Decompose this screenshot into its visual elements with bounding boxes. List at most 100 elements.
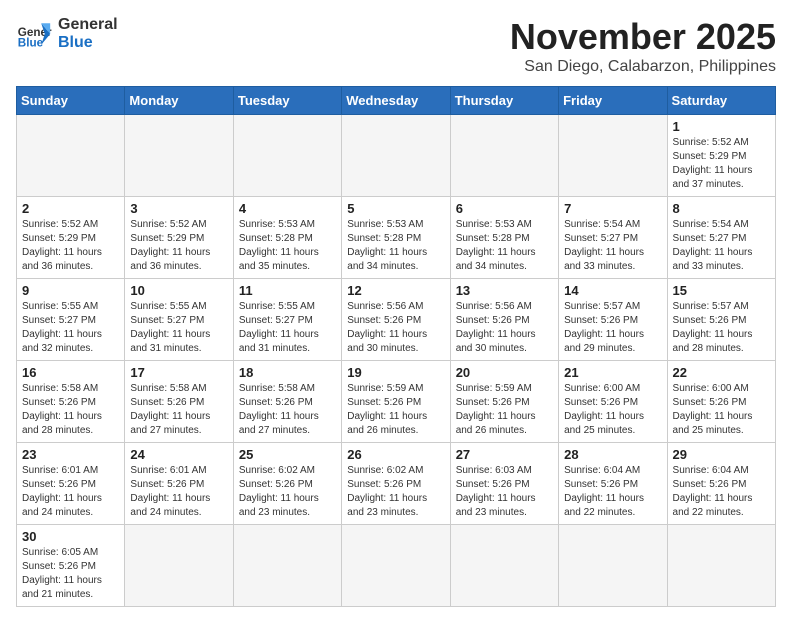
day-number: 27 (456, 447, 553, 462)
day-info: Sunrise: 5:54 AM Sunset: 5:27 PM Dayligh… (673, 218, 770, 274)
calendar-cell (342, 115, 450, 197)
header-day-saturday: Saturday (667, 87, 775, 115)
calendar-cell: 1 Sunrise: 5:52 AM Sunset: 5:29 PM Daylig… (667, 115, 775, 197)
calendar-cell: 28Sunrise: 6:04 AM Sunset: 5:26 PM Dayli… (559, 443, 667, 525)
calendar-cell: 17 Sunrise: 5:58 AM Sunset: 5:26 PM Dayli… (125, 361, 233, 443)
day-info: Sunrise: 6:02 AM Sunset: 5:26 PM Dayligh… (347, 464, 444, 520)
day-number: 19 (347, 365, 444, 380)
day-info: Sunrise: 6:00 AM Sunset: 5:26 PM Dayligh… (564, 382, 661, 438)
week-row-2: 9Sunrise: 5:55 AM Sunset: 5:27 PM Daylig… (17, 279, 776, 361)
day-number: 23 (22, 447, 119, 462)
day-info: Sunrise: 5:55 AM Sunset: 5:27 PM Dayligh… (22, 300, 119, 356)
day-number: 22 (673, 365, 770, 380)
day-number: 30 (22, 529, 119, 544)
day-number: 17 (130, 365, 227, 380)
calendar-cell: 8Sunrise: 5:54 AM Sunset: 5:27 PM Daylig… (667, 197, 775, 279)
title-section: November 2025 San Diego, Calabarzon, Phi… (510, 16, 776, 76)
day-info: Sunrise: 5:54 AM Sunset: 5:27 PM Dayligh… (564, 218, 661, 274)
day-number: 25 (239, 447, 336, 462)
day-number: 18 (239, 365, 336, 380)
calendar-cell (559, 115, 667, 197)
calendar-cell: 3Sunrise: 5:52 AM Sunset: 5:29 PM Daylig… (125, 197, 233, 279)
calendar-cell: 18 Sunrise: 5:58 AM Sunset: 5:26 PM Dayli… (233, 361, 341, 443)
calendar-cell (233, 525, 341, 607)
day-info: Sunrise: 5:55 AM Sunset: 5:27 PM Dayligh… (239, 300, 336, 356)
calendar-cell (125, 525, 233, 607)
calendar-cell: 26Sunrise: 6:02 AM Sunset: 5:26 PM Dayli… (342, 443, 450, 525)
calendar-cell: 19 Sunrise: 5:59 AM Sunset: 5:26 PM Dayli… (342, 361, 450, 443)
calendar-cell: 2 Sunrise: 5:52 AM Sunset: 5:29 PM Daylig… (17, 197, 125, 279)
generalblue-logo-icon: General Blue (16, 16, 52, 52)
day-number: 4 (239, 201, 336, 216)
header: General Blue General Blue November 2025 … (16, 16, 776, 76)
week-row-1: 2 Sunrise: 5:52 AM Sunset: 5:29 PM Daylig… (17, 197, 776, 279)
day-info: Sunrise: 5:58 AM Sunset: 5:26 PM Dayligh… (130, 382, 227, 438)
calendar-table: SundayMondayTuesdayWednesdayThursdayFrid… (16, 86, 776, 607)
calendar-cell (450, 525, 558, 607)
day-info: Sunrise: 5:57 AM Sunset: 5:26 PM Dayligh… (564, 300, 661, 356)
calendar-cell (667, 525, 775, 607)
header-day-monday: Monday (125, 87, 233, 115)
day-info: Sunrise: 5:56 AM Sunset: 5:26 PM Dayligh… (456, 300, 553, 356)
calendar-cell (342, 525, 450, 607)
calendar-cell: 10 Sunrise: 5:55 AM Sunset: 5:27 PM Dayli… (125, 279, 233, 361)
day-info: Sunrise: 5:59 AM Sunset: 5:26 PM Dayligh… (347, 382, 444, 438)
week-row-4: 23Sunrise: 6:01 AM Sunset: 5:26 PM Dayli… (17, 443, 776, 525)
day-info: Sunrise: 5:57 AM Sunset: 5:26 PM Dayligh… (673, 300, 770, 356)
calendar-cell: 16 Sunrise: 5:58 AM Sunset: 5:26 PM Dayli… (17, 361, 125, 443)
calendar-cell: 13Sunrise: 5:56 AM Sunset: 5:26 PM Dayli… (450, 279, 558, 361)
logo-general-text: General (58, 16, 118, 34)
calendar-cell: 9Sunrise: 5:55 AM Sunset: 5:27 PM Daylig… (17, 279, 125, 361)
header-day-friday: Friday (559, 87, 667, 115)
day-number: 20 (456, 365, 553, 380)
calendar-cell (125, 115, 233, 197)
calendar-cell: 24Sunrise: 6:01 AM Sunset: 5:26 PM Dayli… (125, 443, 233, 525)
day-info: Sunrise: 5:53 AM Sunset: 5:28 PM Dayligh… (239, 218, 336, 274)
day-number: 10 (130, 283, 227, 298)
day-number: 1 (673, 119, 770, 134)
header-day-thursday: Thursday (450, 87, 558, 115)
day-number: 14 (564, 283, 661, 298)
day-info: Sunrise: 5:59 AM Sunset: 5:26 PM Dayligh… (456, 382, 553, 438)
day-info: Sunrise: 5:53 AM Sunset: 5:28 PM Dayligh… (347, 218, 444, 274)
calendar-cell: 30 Sunrise: 6:05 AM Sunset: 5:26 PM Dayli… (17, 525, 125, 607)
calendar-subtitle: San Diego, Calabarzon, Philippines (510, 58, 776, 76)
calendar-cell: 27 Sunrise: 6:03 AM Sunset: 5:26 PM Dayli… (450, 443, 558, 525)
day-number: 5 (347, 201, 444, 216)
day-info: Sunrise: 6:05 AM Sunset: 5:26 PM Dayligh… (22, 546, 119, 602)
calendar-cell: 25 Sunrise: 6:02 AM Sunset: 5:26 PM Dayli… (233, 443, 341, 525)
day-info: Sunrise: 6:02 AM Sunset: 5:26 PM Dayligh… (239, 464, 336, 520)
day-number: 2 (22, 201, 119, 216)
week-row-5: 30 Sunrise: 6:05 AM Sunset: 5:26 PM Dayli… (17, 525, 776, 607)
day-info: Sunrise: 5:53 AM Sunset: 5:28 PM Dayligh… (456, 218, 553, 274)
logo: General Blue General Blue (16, 16, 118, 52)
calendar-cell: 22 Sunrise: 6:00 AM Sunset: 5:26 PM Dayli… (667, 361, 775, 443)
day-info: Sunrise: 6:03 AM Sunset: 5:26 PM Dayligh… (456, 464, 553, 520)
day-info: Sunrise: 5:58 AM Sunset: 5:26 PM Dayligh… (239, 382, 336, 438)
header-day-tuesday: Tuesday (233, 87, 341, 115)
day-number: 7 (564, 201, 661, 216)
day-number: 3 (130, 201, 227, 216)
day-info: Sunrise: 6:04 AM Sunset: 5:26 PM Dayligh… (673, 464, 770, 520)
calendar-header-row: SundayMondayTuesdayWednesdayThursdayFrid… (17, 87, 776, 115)
day-number: 6 (456, 201, 553, 216)
day-number: 21 (564, 365, 661, 380)
header-day-wednesday: Wednesday (342, 87, 450, 115)
day-info: Sunrise: 5:52 AM Sunset: 5:29 PM Dayligh… (22, 218, 119, 274)
day-info: Sunrise: 5:52 AM Sunset: 5:29 PM Dayligh… (673, 136, 770, 192)
calendar-cell: 23Sunrise: 6:01 AM Sunset: 5:26 PM Dayli… (17, 443, 125, 525)
calendar-cell (559, 525, 667, 607)
calendar-cell: 20 Sunrise: 5:59 AM Sunset: 5:26 PM Dayli… (450, 361, 558, 443)
calendar-cell (450, 115, 558, 197)
calendar-cell: 29 Sunrise: 6:04 AM Sunset: 5:26 PM Dayli… (667, 443, 775, 525)
day-info: Sunrise: 6:04 AM Sunset: 5:26 PM Dayligh… (564, 464, 661, 520)
calendar-cell: 4 Sunrise: 5:53 AM Sunset: 5:28 PM Daylig… (233, 197, 341, 279)
day-number: 12 (347, 283, 444, 298)
day-number: 16 (22, 365, 119, 380)
day-info: Sunrise: 6:00 AM Sunset: 5:26 PM Dayligh… (673, 382, 770, 438)
day-number: 29 (673, 447, 770, 462)
calendar-cell: 5 Sunrise: 5:53 AM Sunset: 5:28 PM Daylig… (342, 197, 450, 279)
day-info: Sunrise: 5:55 AM Sunset: 5:27 PM Dayligh… (130, 300, 227, 356)
calendar-cell (233, 115, 341, 197)
day-info: Sunrise: 5:58 AM Sunset: 5:26 PM Dayligh… (22, 382, 119, 438)
